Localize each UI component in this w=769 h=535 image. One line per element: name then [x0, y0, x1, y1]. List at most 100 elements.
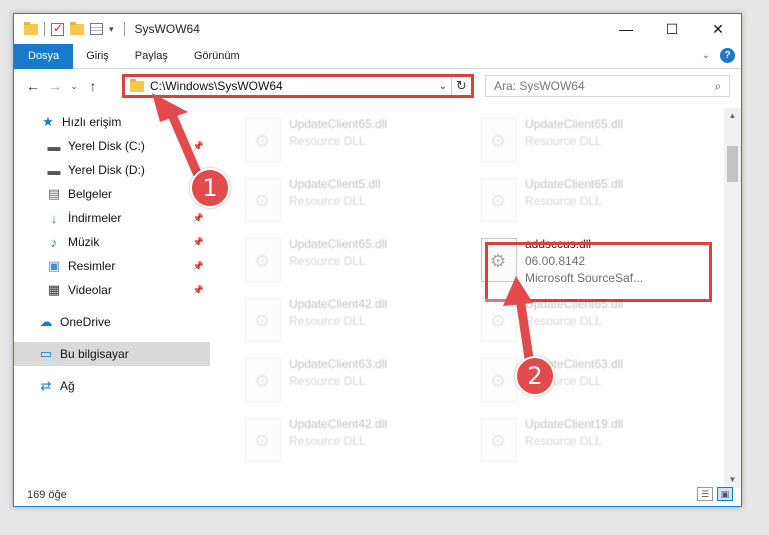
file-type: Resource DLL [525, 134, 602, 148]
search-icon[interactable]: ⌕ [707, 79, 729, 94]
sidebar-item-label: Bu bilgisayar [60, 347, 129, 361]
file-type: Resource DLL [289, 134, 366, 148]
close-button[interactable]: ✕ [695, 14, 741, 44]
tab-file[interactable]: Dosya [14, 43, 74, 69]
file-type: Resource DLL [525, 194, 602, 208]
sidebar-item-this-pc[interactable]: ▭ Bu bilgisayar [14, 342, 210, 366]
sidebar-item-downloads[interactable]: ↓ İndirmeler 📌 [14, 206, 210, 230]
sidebar-item-label: Ağ [60, 379, 75, 393]
sidebar-item-documents[interactable]: ▤ Belgeler 📌 [14, 182, 210, 206]
file-item[interactable]: UpdateClient65.dll Resource DLL [475, 172, 705, 228]
ribbon-tabs: Dosya Giriş Paylaş Görünüm ⌄ ? [14, 43, 741, 69]
tab-home[interactable]: Giriş [73, 44, 122, 69]
sidebar-item-label: Belgeler [68, 187, 113, 201]
file-item[interactable]: UpdateClient42.dll Resource DLL [239, 292, 469, 348]
file-item[interactable]: UpdateClient19.dll Resource DLL [475, 412, 705, 468]
file-item[interactable]: UpdateClient65.dll Resource DLL [475, 292, 705, 348]
scroll-up-icon[interactable]: ▲ [724, 108, 741, 124]
explorer-window: ▾ SysWOW64 — ☐ ✕ Dosya Giriş Paylaş Görü… [13, 13, 742, 507]
file-name: UpdateClient65.dll [525, 297, 624, 311]
quick-access-toolbar: ▾ [14, 14, 114, 44]
cloud-icon: ☁ [39, 314, 53, 329]
network-icon: ⇄ [40, 378, 52, 393]
status-bar: 169 öğe ☰ ▣ [14, 484, 741, 506]
file-item[interactable]: UpdateClient42.dll Resource DLL [239, 412, 469, 468]
address-path[interactable]: C:\Windows\SysWOW64 [150, 79, 435, 93]
sidebar-item-label: Yerel Disk (C:) [68, 139, 145, 153]
refresh-icon[interactable]: ↻ [451, 77, 471, 95]
details-view-icon[interactable]: ☰ [697, 487, 713, 501]
sidebar-item-local-disk-d[interactable]: ▬ Yerel Disk (D:) [14, 158, 210, 182]
help-icon[interactable]: ? [720, 48, 735, 63]
tab-share[interactable]: Paylaş [122, 44, 181, 69]
sidebar-item-network[interactable]: ⇄ Ağ [14, 374, 210, 398]
file-type: Resource DLL [289, 314, 366, 328]
toolbar-divider [44, 22, 45, 36]
file-name: UpdateClient19.dll [525, 417, 624, 431]
file-name: UpdateClient42.dll [289, 417, 388, 431]
title-bar: ▾ SysWOW64 — ☐ ✕ [14, 14, 741, 44]
search-input[interactable]: Ara: SysWOW64 [494, 79, 707, 93]
pin-icon: 📌 [192, 260, 204, 271]
download-icon: ↓ [50, 210, 58, 226]
dll-file-icon [245, 238, 281, 282]
sidebar-item-onedrive[interactable]: ☁ OneDrive [14, 310, 210, 334]
file-item[interactable]: UpdateClient65.dll Resource DLL [239, 112, 469, 168]
dll-file-icon [245, 178, 281, 222]
window-controls: — ☐ ✕ [603, 14, 741, 44]
file-item[interactable]: UpdateClient63.dllResource DLL [239, 352, 469, 408]
ribbon-right: ⌄ ? [702, 48, 735, 63]
pin-icon: 📌 [192, 236, 204, 247]
sidebar-item-label: OneDrive [60, 315, 111, 329]
dll-file-icon [481, 118, 517, 162]
tab-view[interactable]: Görünüm [181, 44, 253, 69]
sidebar-item-label: Hızlı erişim [62, 115, 122, 129]
customize-toolbar-icon[interactable]: ▾ [109, 24, 114, 35]
file-item[interactable]: UpdateClient65.dll Resource DLL [475, 112, 705, 168]
file-name: UpdateClient5.dll [289, 177, 381, 191]
properties-check-icon[interactable] [51, 21, 64, 36]
up-button[interactable]: ↑ [82, 78, 104, 94]
sidebar-item-pictures[interactable]: ▣ Resimler 📌 [14, 254, 210, 278]
maximize-button[interactable]: ☐ [649, 14, 695, 44]
address-dropdown-icon[interactable]: ⌄ [435, 81, 451, 92]
scroll-thumb[interactable] [727, 146, 738, 182]
videos-icon: ▦ [47, 282, 61, 297]
file-name: UpdateClient65.dll [525, 177, 624, 191]
address-bar[interactable]: C:\Windows\SysWOW64 ⌄ ↻ [122, 74, 474, 98]
dll-file-icon [245, 418, 281, 462]
dll-file-icon [481, 358, 517, 402]
chevron-down-icon[interactable]: ⌄ [702, 50, 710, 61]
vertical-scrollbar[interactable]: ▲ ▼ [724, 108, 741, 488]
item-count: 169 öğe [27, 489, 67, 501]
dll-file-icon [481, 418, 517, 462]
minimize-button[interactable]: — [603, 14, 649, 44]
view-options-icon[interactable] [90, 23, 103, 35]
sidebar-item-quick-access[interactable]: ★ Hızlı erişim [14, 110, 210, 134]
dll-file-icon [245, 358, 281, 402]
sidebar-item-local-disk-c[interactable]: ▬ Yerel Disk (C:) 📌 [14, 134, 210, 158]
file-type: Resource DLL [289, 434, 366, 448]
sidebar-item-label: Müzik [68, 235, 100, 249]
drive-icon: ▬ [47, 162, 61, 178]
pictures-icon: ▣ [47, 258, 61, 273]
folder-icon [130, 78, 144, 92]
folder-icon [24, 21, 38, 35]
forward-button[interactable]: → [44, 78, 66, 94]
file-item[interactable]: UpdateClient63.dllResource DLL [475, 352, 705, 408]
file-type: Resource DLL [289, 254, 366, 268]
sidebar-item-videos[interactable]: ▦ Videolar 📌 [14, 278, 210, 302]
drive-icon: ▬ [47, 138, 61, 154]
new-folder-icon[interactable] [70, 21, 84, 35]
search-box[interactable]: Ara: SysWOW64 ⌕ [485, 75, 730, 97]
sidebar-item-music[interactable]: ♪ Müzik 📌 [14, 230, 210, 254]
dll-file-icon [481, 178, 517, 222]
file-type: Resource DLL [289, 194, 366, 208]
back-button[interactable]: ← [22, 78, 44, 94]
recent-locations-button[interactable]: ⌄ [66, 81, 82, 92]
file-item[interactable]: UpdateClient5.dll Resource DLL [239, 172, 469, 228]
large-icons-view-icon[interactable]: ▣ [717, 487, 733, 501]
file-item[interactable]: UpdateClient65.dll Resource DLL [239, 232, 469, 288]
sidebar-item-label: Videolar [68, 283, 112, 297]
file-list: UpdateClient65.dll Resource DLL UpdateCli… [219, 108, 724, 480]
